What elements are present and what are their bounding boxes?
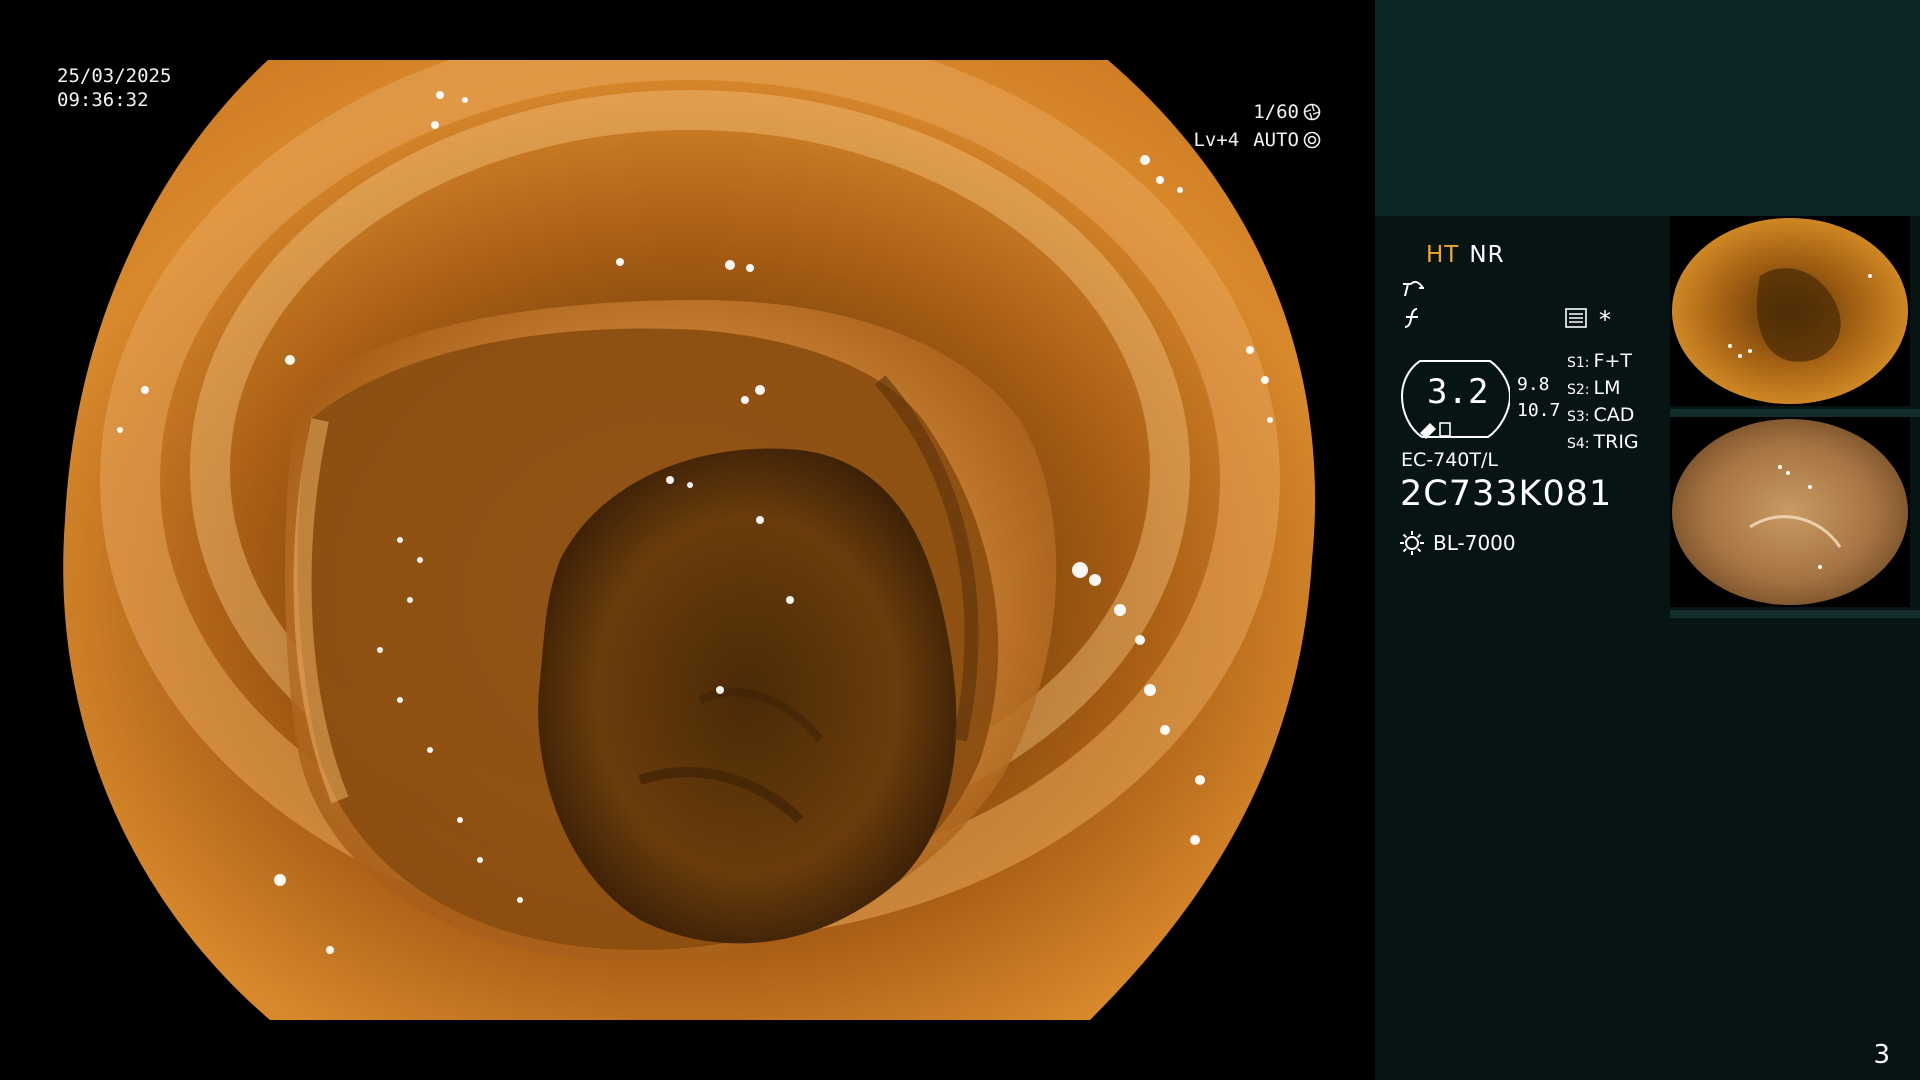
iris-icon: [1303, 131, 1321, 149]
switch-row: S3: CAD: [1567, 404, 1635, 426]
page-number: 3: [1873, 1040, 1890, 1070]
mode-nr: NR: [1469, 242, 1505, 268]
endoscopic-image: [63, 60, 1316, 1020]
thumbnail-2-image: [1670, 417, 1910, 607]
shutter-text: 1/60: [1253, 101, 1299, 123]
thumbnail-divider: [1670, 409, 1920, 417]
scope-serial: 2C733K081: [1400, 474, 1613, 514]
switch-row: S1: F+T: [1567, 350, 1632, 372]
level-text: Lv+4: [1193, 129, 1240, 151]
light-source: BL-7000: [1399, 530, 1516, 556]
value-a: 9.8: [1517, 374, 1550, 395]
panel-header-block: [1375, 0, 1920, 216]
mode-ht: HT: [1426, 242, 1460, 268]
scope-model: EC-740T/L: [1401, 449, 1498, 471]
zoom-value: 3.2: [1427, 372, 1489, 412]
side-values: 9.8 10.7: [1517, 372, 1560, 424]
info-panel: HT NR * 3.2 9.8 10.7 S1: F+T S2: LM S3: CAD …: [1375, 0, 1920, 1080]
capture-thumbnails: [1670, 216, 1920, 618]
iris-text: AUTO: [1253, 129, 1299, 151]
color-enhance-icon: [1404, 308, 1418, 328]
date-time-stamp: 25/03/2025 09:36:32: [57, 64, 171, 112]
endoscope-main-view: 25/03/2025 09:36:32 1/60 Lv+4 AUTO: [0, 0, 1375, 1080]
aperture-icon: [1303, 103, 1321, 121]
time-text: 09:36:32: [57, 89, 149, 111]
thumbnail-1[interactable]: [1670, 216, 1910, 409]
light-source-icon: [1400, 531, 1424, 555]
shutter-row: 1/60: [1193, 98, 1321, 126]
structure-enhance-icon: [1403, 280, 1424, 297]
switch-row: S2: LM: [1567, 377, 1621, 399]
settings-indicator: *: [1599, 306, 1611, 334]
settings-list-icon: [1565, 308, 1587, 328]
camera-info: 1/60 Lv+4 AUTO: [1193, 98, 1321, 154]
date-text: 25/03/2025: [57, 65, 172, 87]
thumbnail-divider: [1670, 610, 1920, 618]
value-b: 10.7: [1517, 400, 1561, 421]
thumbnail-1-image: [1670, 216, 1910, 406]
light-source-text: BL-7000: [1433, 531, 1516, 555]
thumbnail-2[interactable]: [1670, 417, 1910, 610]
mode-indicator: HT NR: [1426, 242, 1505, 268]
switch-row: S4: TRIG: [1567, 431, 1639, 453]
level-row: Lv+4 AUTO: [1193, 126, 1321, 154]
switch-settings: S1: F+T S2: LM S3: CAD S4: TRIG: [1567, 349, 1639, 457]
